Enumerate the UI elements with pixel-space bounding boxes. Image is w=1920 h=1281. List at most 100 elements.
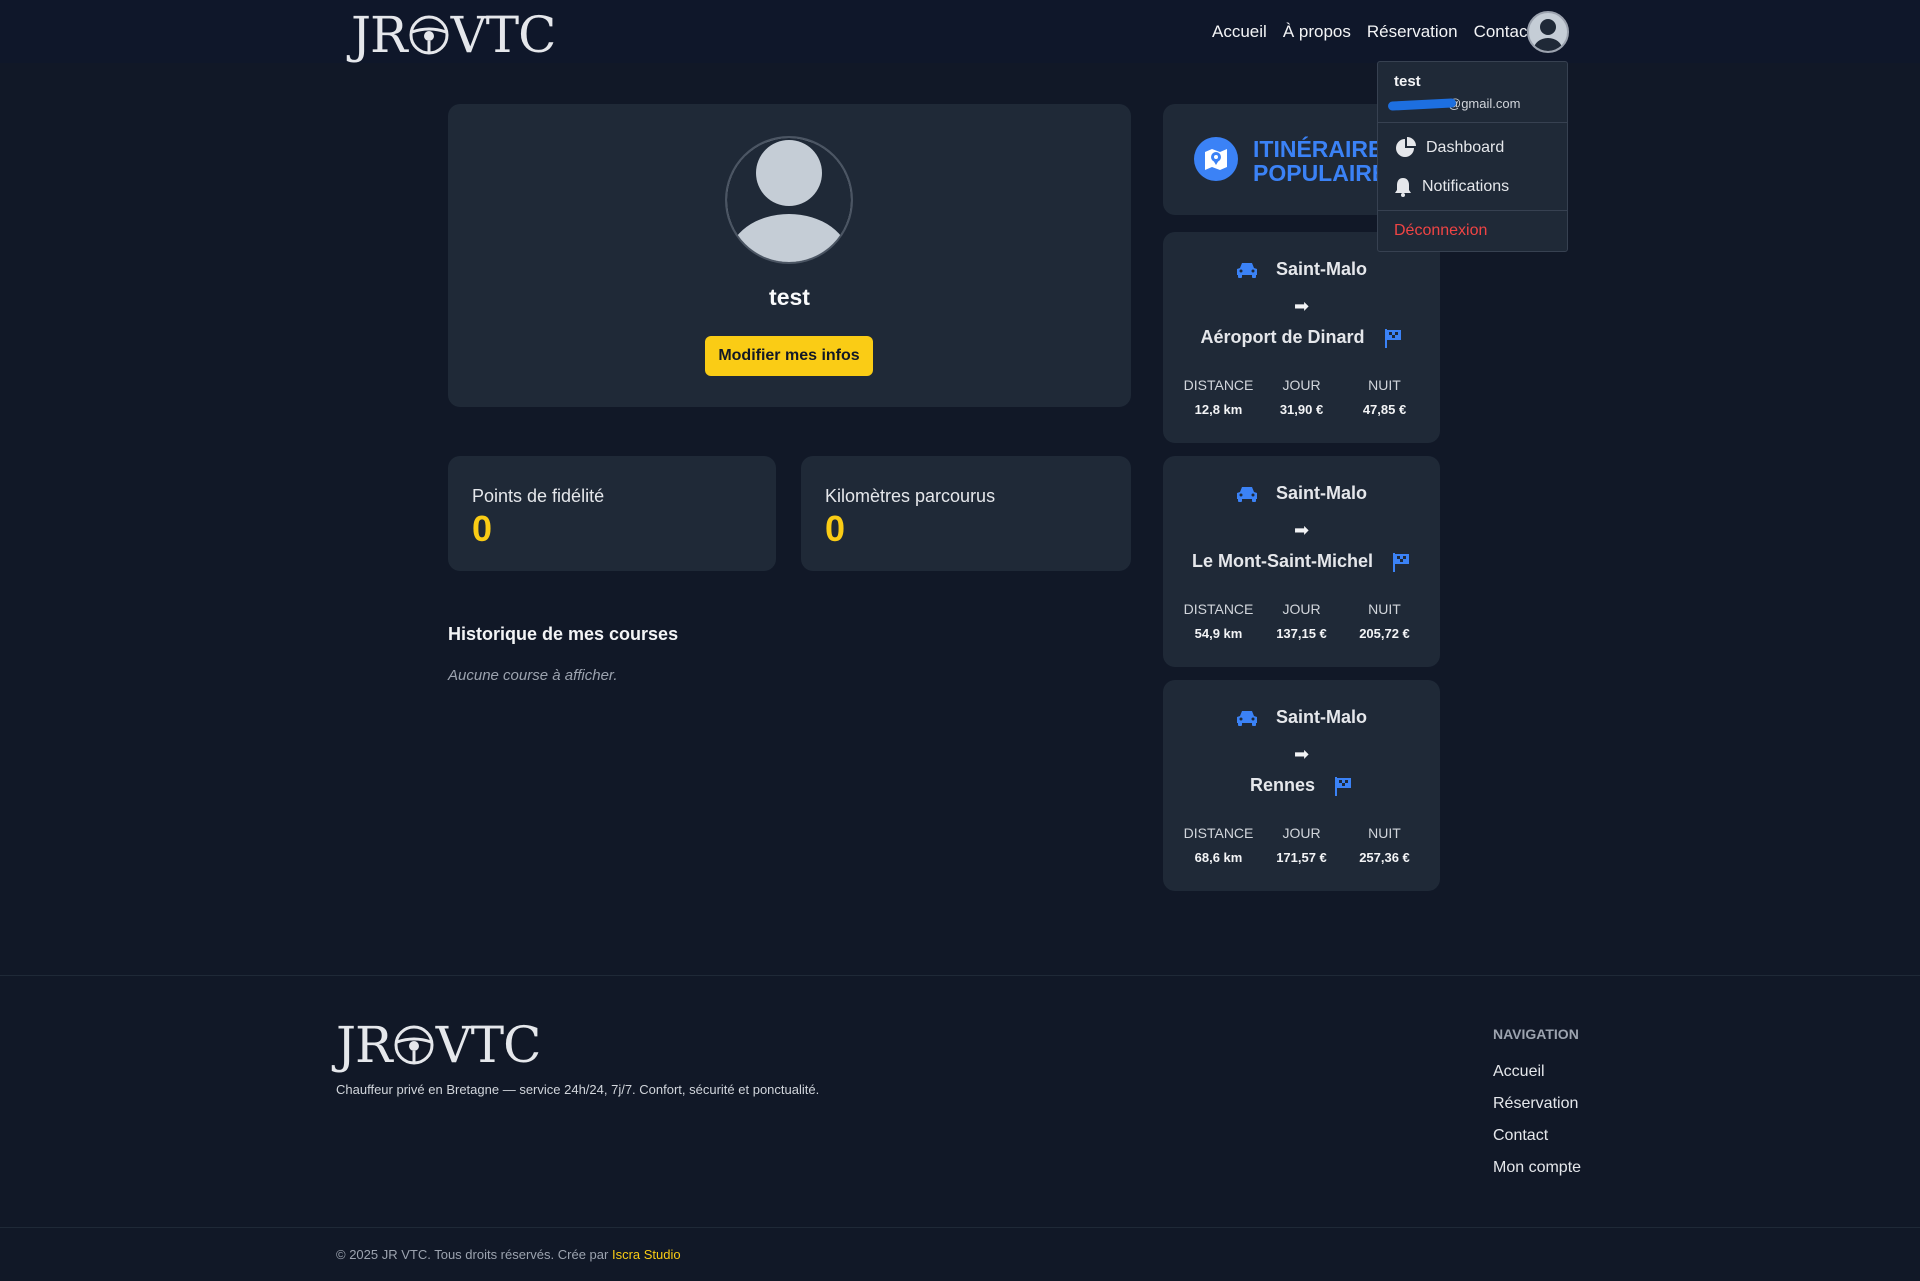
checkered-flag-icon — [1393, 553, 1409, 573]
copyright: © 2025 JR VTC. Tous droits réservés. Cré… — [336, 1247, 681, 1262]
route-from-label: Saint-Malo — [1275, 483, 1367, 503]
car-icon — [1236, 263, 1257, 279]
dropdown-item-dashboard[interactable]: Dashboard — [1394, 137, 1504, 159]
route-stats: DISTANCE 12,8 km JOUR 31,90 € NUIT 47,85 € — [1163, 377, 1440, 417]
stat-header: JOUR — [1282, 377, 1321, 393]
route-distance: DISTANCE 54,9 km — [1181, 601, 1257, 641]
nav-link-contact[interactable]: Contact — [1474, 22, 1533, 42]
site-logo[interactable]: JR VTC — [351, 6, 556, 64]
dropdown-username: test — [1394, 73, 1421, 90]
studio-link[interactable]: Iscra Studio — [612, 1247, 681, 1262]
stat-label: Points de fidélité — [472, 486, 605, 506]
route-night-price: NUIT 205,72 € — [1347, 601, 1423, 641]
route-card[interactable]: Saint-Malo ➡ Aéroport de Dinard DISTANCE… — [1163, 232, 1440, 443]
route-stats: DISTANCE 54,9 km JOUR 137,15 € NUIT 205,72 … — [1163, 601, 1440, 641]
footer-link-accueil[interactable]: Accueil — [1493, 1063, 1545, 1081]
stat-value: 47,85 € — [1362, 402, 1407, 417]
user-avatar-icon — [1534, 19, 1562, 51]
stat-value: 205,72 € — [1359, 626, 1410, 641]
stat-header: NUIT — [1368, 377, 1401, 393]
stat-header: DISTANCE — [1183, 825, 1254, 841]
stat-card-loyalty: Points de fidélité 0 — [448, 456, 776, 571]
user-avatar-icon — [727, 138, 851, 262]
dropdown-item-label: Notifications — [1422, 178, 1510, 195]
footer-logo[interactable]: JR VTC — [336, 1016, 542, 1074]
route-distance: DISTANCE 12,8 km — [1181, 377, 1257, 417]
route-stats: DISTANCE 68,6 km JOUR 171,57 € NUIT 257,36 … — [1163, 825, 1440, 865]
stat-header: NUIT — [1368, 601, 1401, 617]
stat-header: JOUR — [1282, 601, 1321, 617]
route-from-label: Saint-Malo — [1275, 707, 1367, 727]
route-to-label: Rennes — [1249, 775, 1316, 795]
logo-text-left: JR — [351, 6, 408, 64]
copyright-text: © 2025 JR VTC. Tous droits réservés. Cré… — [336, 1247, 609, 1262]
nav-link-reservation[interactable]: Réservation — [1367, 22, 1458, 42]
stat-value: 68,6 km — [1194, 850, 1243, 865]
route-from: Saint-Malo — [1163, 483, 1440, 504]
site-header: JR VTC Accueil À propos Réservation Cont… — [0, 0, 1920, 63]
route-card[interactable]: Saint-Malo ➡ Rennes DISTANCE 68,6 km JOUR… — [1163, 680, 1440, 891]
dropdown-item-notifications[interactable]: Notifications — [1394, 177, 1509, 197]
stat-value: 171,57 € — [1276, 850, 1327, 865]
dropdown-divider — [1378, 210, 1567, 211]
steering-wheel-icon — [409, 15, 449, 55]
main-nav: Accueil À propos Réservation Contact — [1212, 22, 1532, 42]
profile-avatar — [725, 136, 853, 264]
route-card[interactable]: Saint-Malo ➡ Le Mont-Saint-Michel DISTAN… — [1163, 456, 1440, 667]
route-day-price: JOUR 31,90 € — [1264, 377, 1340, 417]
stat-header: DISTANCE — [1183, 601, 1254, 617]
arrow-right-icon: ➡ — [1293, 744, 1310, 764]
nav-link-accueil[interactable]: Accueil — [1212, 22, 1267, 42]
dropdown-logout[interactable]: Déconnexion — [1394, 222, 1487, 240]
route-night-price: NUIT 257,36 € — [1347, 825, 1423, 865]
stat-value: 12,8 km — [1194, 402, 1243, 417]
dropdown-divider — [1378, 122, 1567, 123]
stat-card-kilometers: Kilomètres parcourus 0 — [801, 456, 1131, 571]
dropdown-item-label: Dashboard — [1426, 139, 1505, 156]
profile-card: test Modifier mes infos — [448, 104, 1131, 407]
arrow-right-icon: ➡ — [1293, 520, 1310, 540]
route-to-label: Aéroport de Dinard — [1200, 327, 1365, 347]
user-dropdown-menu: test @gmail.com Dashboard Notifications … — [1377, 61, 1568, 252]
route-from: Saint-Malo — [1163, 707, 1440, 728]
route-to: Aéroport de Dinard — [1163, 327, 1440, 349]
checkered-flag-icon — [1384, 329, 1401, 349]
footer-link-mon-compte[interactable]: Mon compte — [1493, 1159, 1581, 1177]
footer-tagline: Chauffeur privé en Bretagne — service 24… — [336, 1082, 820, 1097]
route-day-price: JOUR 171,57 € — [1264, 825, 1340, 865]
car-icon — [1236, 487, 1257, 503]
route-to: Le Mont-Saint-Michel — [1163, 551, 1440, 573]
user-avatar-button[interactable] — [1527, 11, 1569, 53]
stat-value: 31,90 € — [1279, 402, 1324, 417]
profile-name: test — [769, 284, 810, 310]
route-from: Saint-Malo — [1163, 259, 1440, 280]
stat-header: DISTANCE — [1183, 377, 1254, 393]
history-empty-message: Aucune course à afficher. — [448, 667, 618, 684]
car-icon — [1236, 711, 1257, 727]
nav-link-a-propos[interactable]: À propos — [1283, 22, 1351, 42]
site-footer — [0, 975, 1920, 1281]
bell-icon — [1395, 178, 1411, 197]
stat-header: NUIT — [1368, 825, 1401, 841]
edit-profile-button[interactable]: Modifier mes infos — [705, 336, 873, 376]
route-to: Rennes — [1163, 775, 1440, 797]
footer-divider — [0, 1227, 1920, 1228]
route-from-label: Saint-Malo — [1275, 259, 1367, 279]
footer-link-reservation[interactable]: Réservation — [1493, 1095, 1578, 1113]
footer-link-contact[interactable]: Contact — [1493, 1127, 1548, 1145]
email-redaction — [1387, 98, 1457, 111]
checkered-flag-icon — [1335, 777, 1352, 797]
logo-text-right: VTC — [435, 1016, 542, 1074]
route-to-label: Le Mont-Saint-Michel — [1192, 551, 1373, 571]
stat-value: 54,9 km — [1194, 626, 1243, 641]
stat-value: 0 — [825, 508, 846, 549]
route-distance: DISTANCE 68,6 km — [1181, 825, 1257, 865]
stat-header: JOUR — [1282, 825, 1321, 841]
route-day-price: JOUR 137,15 € — [1264, 601, 1340, 641]
email-domain: @gmail.com — [1448, 96, 1521, 111]
stat-value: 137,15 € — [1276, 626, 1327, 641]
stat-value: 257,36 € — [1359, 850, 1410, 865]
footer-nav-title: NAVIGATION — [1493, 1026, 1579, 1042]
map-pin-icon — [1194, 137, 1238, 181]
stat-label: Kilomètres parcourus — [825, 486, 996, 506]
